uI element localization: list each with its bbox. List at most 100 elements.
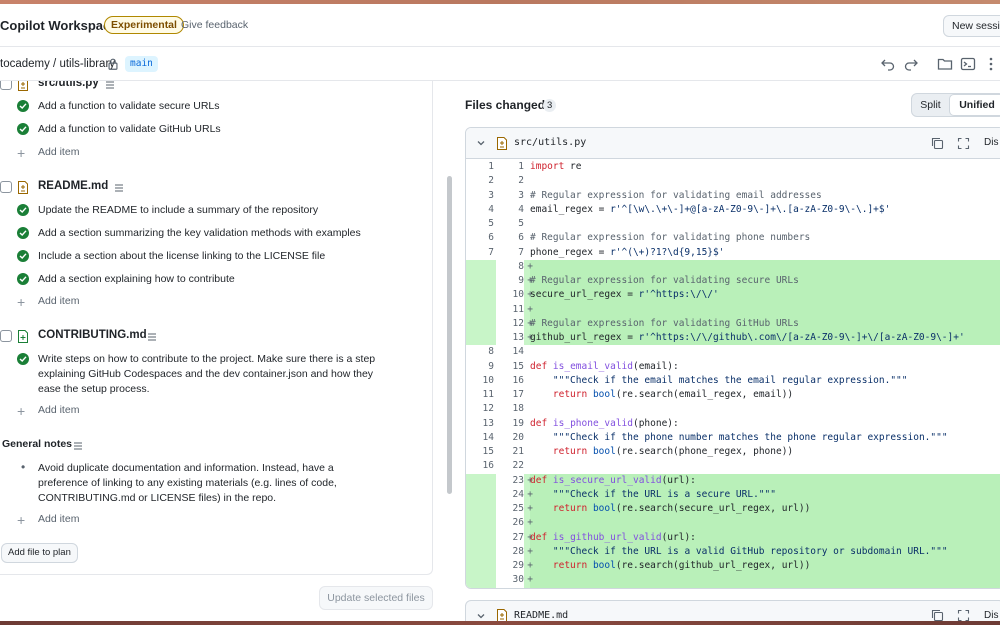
give-feedback-link[interactable]: Give feedback bbox=[181, 19, 248, 31]
diff-line: 12 18 bbox=[466, 402, 1000, 416]
new-line-number: 20 bbox=[512, 431, 524, 443]
code-text: def is_email_valid(email): bbox=[530, 360, 679, 372]
diff-line-added: 12# Regular expression for validating Gi… bbox=[466, 316, 1000, 331]
new-line-number: 1 bbox=[518, 161, 524, 172]
new-line-number: 13 bbox=[496, 331, 533, 346]
undo-icon[interactable] bbox=[880, 56, 896, 72]
code-text: def is_phone_valid(phone): bbox=[530, 417, 679, 429]
experimental-badge: Experimental bbox=[104, 16, 184, 34]
diff-line: 3 3 # Regular expression for validating em… bbox=[466, 189, 1000, 203]
plus-icon: + bbox=[17, 294, 26, 310]
diff-line-added: 13github_url_regex = r'^https:\/\/github… bbox=[466, 331, 1000, 346]
new-line-number: 6 bbox=[518, 232, 524, 244]
file-checkbox[interactable] bbox=[0, 330, 12, 342]
diff-line: 15 21 return bool(re.search(phone_regex, … bbox=[466, 445, 1000, 459]
new-line-number: 11 bbox=[496, 302, 533, 317]
new-line-number: 27 bbox=[496, 530, 533, 545]
file-diff-icon bbox=[18, 81, 28, 91]
new-line-number: 21 bbox=[512, 446, 524, 457]
diff-file-path: src/utils.py bbox=[514, 137, 587, 148]
copy-icon[interactable] bbox=[931, 137, 944, 150]
old-line-number: 11 bbox=[482, 389, 494, 400]
code-text: # Regular expression for validating secu… bbox=[530, 275, 799, 286]
new-line-number: 12 bbox=[496, 316, 533, 331]
old-line-number: 2 bbox=[488, 175, 494, 187]
drag-handle-icon[interactable] bbox=[146, 332, 158, 342]
old-line-number: 4 bbox=[488, 203, 494, 215]
diff-header: src/utils.py Dis bbox=[466, 128, 1000, 159]
code-text: """Check if the email matches the email … bbox=[552, 374, 908, 386]
unified-view-button[interactable]: Unified bbox=[949, 94, 1000, 116]
diff-line-added: 28 """Check if the URL is a valid GitHub… bbox=[466, 544, 1000, 559]
new-line-number: 7 bbox=[518, 246, 524, 258]
diff-code: 1 1 import re 2 2 3 3 # Regular expression for … bbox=[466, 160, 1000, 588]
expand-icon[interactable] bbox=[957, 137, 970, 150]
add-file-to-plan-button[interactable]: Add file to plan bbox=[1, 543, 78, 563]
check-circle-icon bbox=[17, 100, 29, 112]
new-session-button[interactable]: New session bbox=[943, 15, 1000, 37]
diff-line-added: 11 bbox=[466, 302, 1000, 317]
old-line-number: 13 bbox=[482, 417, 494, 429]
code-text: return bool(re.search(github_url_regex, … bbox=[552, 560, 811, 571]
chevron-down-icon[interactable] bbox=[476, 138, 486, 148]
plan-list: src/utils.py Add a function to validate … bbox=[0, 81, 433, 575]
file-diff-icon bbox=[497, 137, 507, 150]
new-line-number: 18 bbox=[512, 403, 524, 415]
files-changed-title: Files changed bbox=[465, 98, 546, 112]
old-line-number: 15 bbox=[482, 446, 494, 457]
code-text: # Regular expression for validating phon… bbox=[530, 232, 811, 244]
terminal-icon[interactable] bbox=[960, 56, 976, 72]
more-icon[interactable] bbox=[983, 56, 999, 72]
old-line-number: 5 bbox=[488, 218, 494, 229]
file-added-icon bbox=[18, 330, 28, 343]
added-line-highlight bbox=[530, 516, 1000, 531]
repo-path[interactable]: tocademy / utils-library bbox=[0, 58, 115, 70]
diff-line-added: 29 return bool(re.search(github_url_rege… bbox=[466, 559, 1000, 574]
new-line-number: 16 bbox=[512, 374, 524, 386]
code-text: def is_github_url_valid(url): bbox=[530, 531, 696, 543]
drag-handle-icon[interactable] bbox=[72, 441, 84, 451]
redo-icon[interactable] bbox=[903, 56, 919, 72]
diff-line: 11 17 return bool(re.search(email_regex, … bbox=[466, 388, 1000, 402]
split-view-button[interactable]: Split bbox=[912, 94, 949, 116]
new-line-number: 28 bbox=[496, 544, 533, 559]
diff-card-utils: src/utils.py Dis 1 1 import re 2 2 3 3 # Regula… bbox=[465, 127, 1000, 589]
plan-panel: src/utils.py Add a function to validate … bbox=[0, 81, 440, 621]
new-line-number: 5 bbox=[518, 218, 524, 229]
drag-handle-icon[interactable] bbox=[113, 183, 125, 193]
diff-line-added: 25 return bool(re.search(secure_url_rege… bbox=[466, 502, 1000, 517]
old-line-number: 1 bbox=[488, 161, 494, 172]
diff-line: 9 15 def is_email_valid(email): bbox=[466, 360, 1000, 374]
code-text: """Check if the URL is a valid GitHub re… bbox=[552, 545, 948, 557]
new-line-number: 29 bbox=[496, 559, 533, 574]
diff-line: 22 bbox=[466, 174, 1000, 188]
bullet-icon: • bbox=[21, 460, 26, 474]
dismiss-button[interactable]: Dis bbox=[984, 610, 998, 621]
dismiss-button[interactable]: Dis bbox=[984, 137, 998, 148]
old-line-number: 16 bbox=[482, 460, 494, 472]
new-line-number: 14 bbox=[512, 346, 524, 358]
repo-bar: tocademy / utils-library main bbox=[0, 47, 1000, 81]
branch-badge[interactable]: main bbox=[125, 56, 158, 72]
update-selected-files-button[interactable]: Update selected files bbox=[319, 586, 433, 610]
folder-icon[interactable] bbox=[937, 56, 953, 72]
diff-line-added: 9# Regular expression for validating sec… bbox=[466, 274, 1000, 289]
new-line-number: 17 bbox=[512, 389, 524, 400]
file-checkbox[interactable] bbox=[0, 81, 12, 90]
new-line-number: 25 bbox=[496, 502, 533, 517]
chevron-down-icon[interactable] bbox=[476, 611, 486, 621]
new-line-number: 3 bbox=[518, 189, 524, 201]
old-line-number: 9 bbox=[488, 360, 494, 372]
old-line-number: 10 bbox=[482, 374, 494, 386]
file-name: src/utils.py bbox=[38, 81, 99, 89]
app-title: Copilot Workspace bbox=[0, 18, 118, 33]
drag-handle-icon[interactable] bbox=[104, 81, 116, 90]
added-line-highlight bbox=[530, 259, 1000, 274]
old-line-number: 7 bbox=[488, 246, 494, 258]
code-text: return bool(re.search(email_regex, email… bbox=[552, 389, 794, 400]
file-name: CONTRIBUTING.md bbox=[38, 329, 147, 341]
diff-line: 7 7 phone_regex = r'^(\+)?1?\d{9,15}$' bbox=[466, 246, 1000, 260]
file-checkbox[interactable] bbox=[0, 181, 12, 193]
new-line-number: 15 bbox=[512, 360, 524, 372]
diff-line: 55 bbox=[466, 217, 1000, 231]
